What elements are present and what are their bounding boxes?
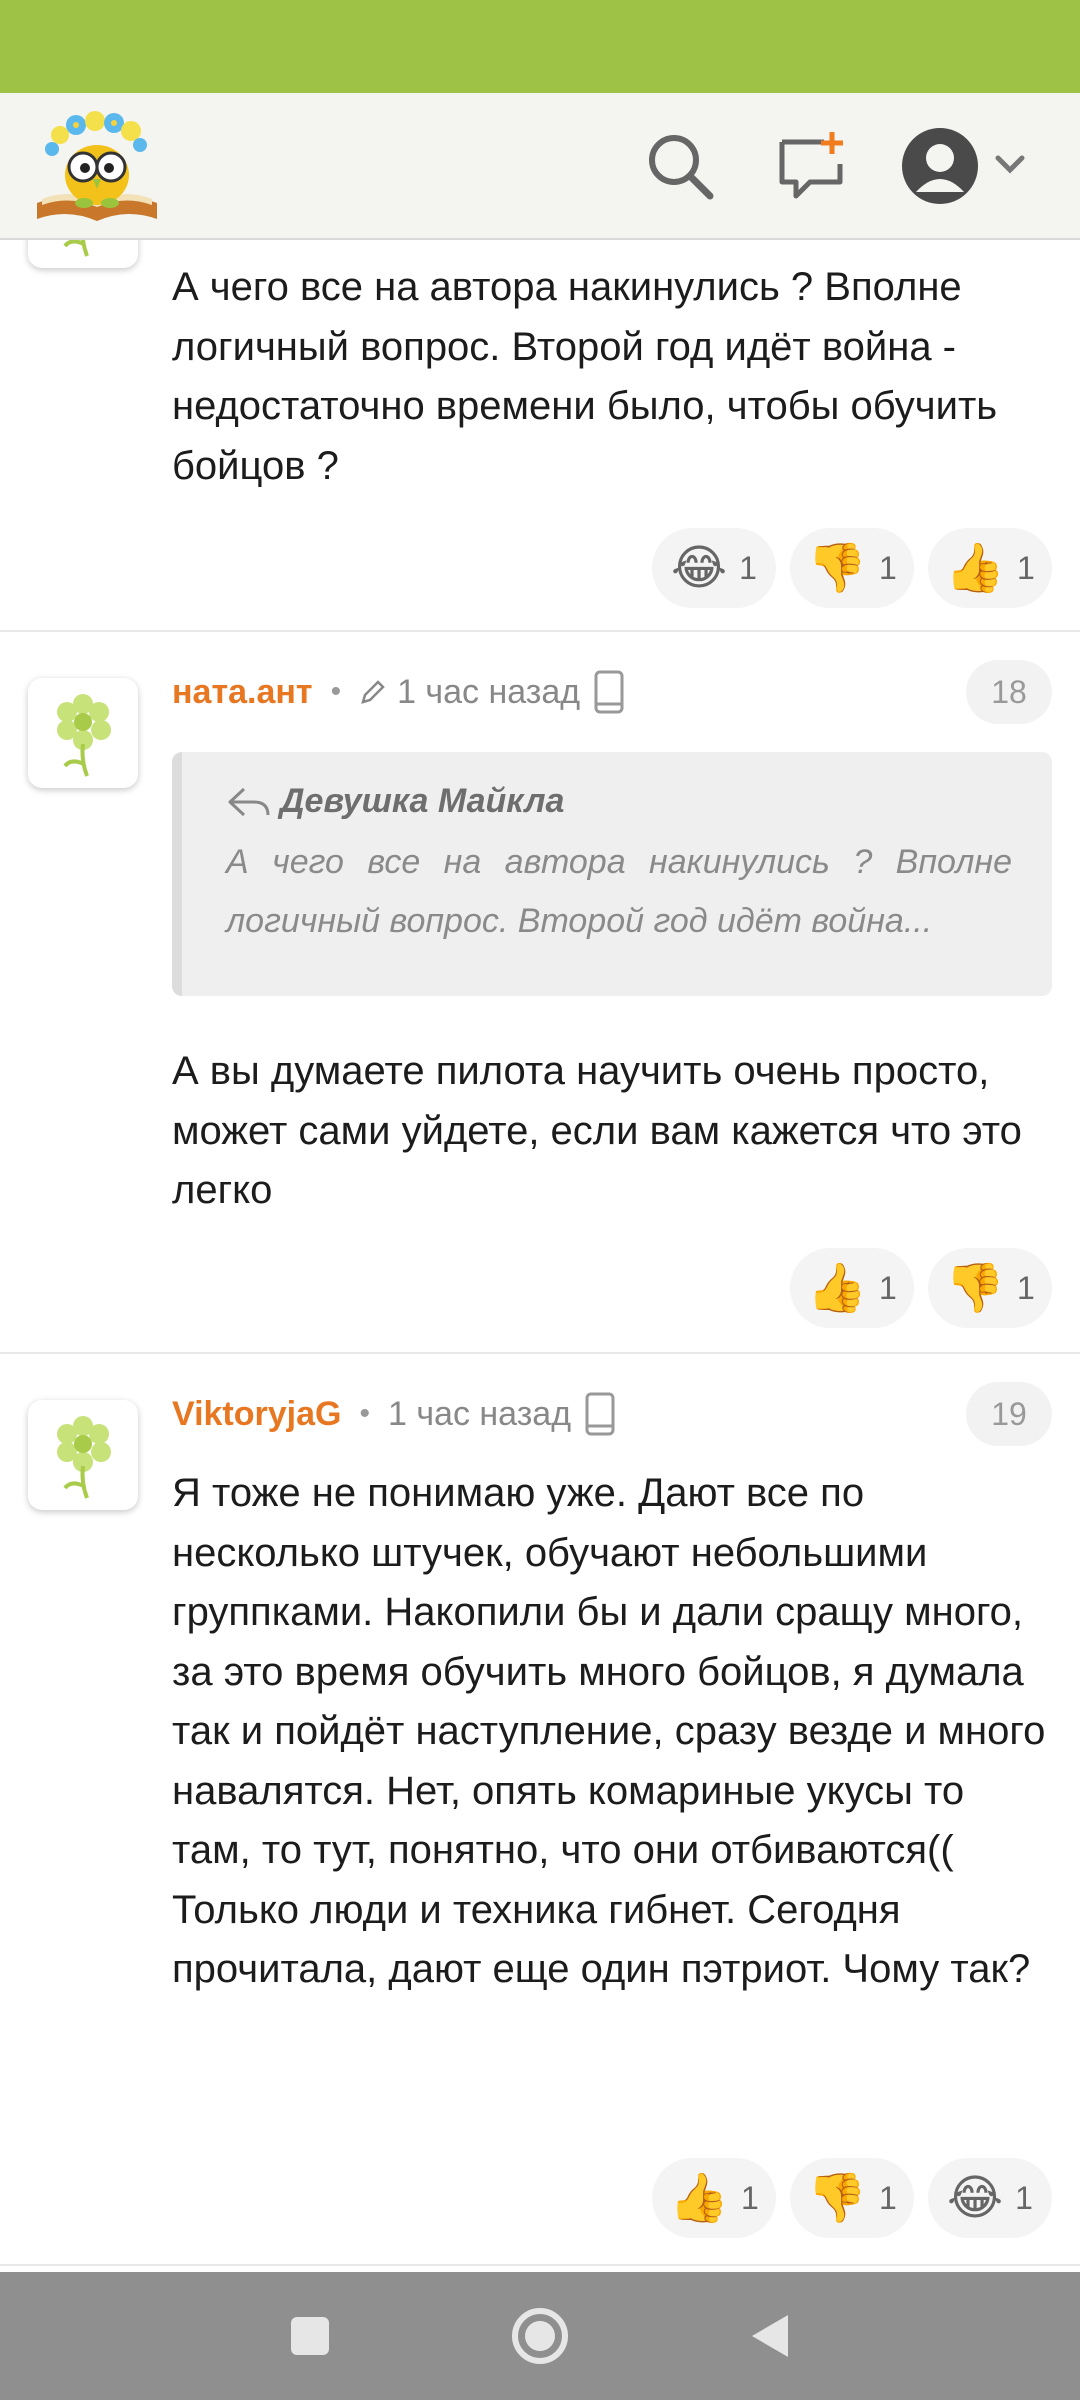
- comment-text: Я тоже не понимаю уже. Дают все по неско…: [172, 1471, 1046, 1991]
- system-nav-bar: [0, 2272, 1080, 2400]
- comment-meta: ната.ант • 1 час назад: [172, 662, 624, 722]
- avatar[interactable]: [28, 1400, 138, 1510]
- divider: [0, 1352, 1080, 1354]
- reaction-count: 1: [878, 2179, 897, 2216]
- header: [0, 93, 1080, 240]
- back-triangle-icon[interactable]: [730, 2296, 810, 2376]
- laugh-emoji-icon: 😂: [947, 2170, 1004, 2226]
- reply-arrow-icon: [226, 785, 272, 819]
- comment-time: 1 час назад: [397, 672, 581, 711]
- comment-text: А вы думаете пилота научить очень просто…: [172, 1049, 1022, 1212]
- pencil-icon: [359, 678, 387, 706]
- comment-number-badge[interactable]: 19: [966, 1382, 1052, 1446]
- site-logo-icon[interactable]: [32, 107, 162, 227]
- phone-icon: [594, 670, 624, 714]
- comment-time: 1 час назад: [387, 1394, 572, 1433]
- divider: [0, 2264, 1080, 2266]
- thumbs-up-icon: 👍: [669, 2170, 729, 2226]
- reaction-like-button[interactable]: 👍 1: [928, 528, 1052, 608]
- divider: [0, 630, 1080, 632]
- reaction-count: 1: [739, 549, 757, 586]
- reaction-laugh-button[interactable]: 😂 1: [928, 2158, 1052, 2238]
- separator-dot: •: [330, 675, 342, 708]
- profile-menu-button[interactable]: [896, 126, 1036, 206]
- thumbs-up-icon: 👍: [945, 540, 1005, 596]
- quote-text: А чего все на автора накинулись ? Вполне…: [226, 843, 1012, 940]
- reaction-count: 1: [1016, 1269, 1035, 1306]
- reactions-bar: 😂 1 👎 1 👍 1: [652, 528, 1052, 608]
- reaction-count: 1: [878, 1269, 897, 1306]
- comment-text: А чего все на автора накинулись ? Вполне…: [172, 265, 998, 488]
- reactions-bar: 👍 1 👎 1: [790, 1248, 1052, 1328]
- quote-author: Девушка Майкла: [226, 782, 1012, 821]
- reaction-like-button[interactable]: 👍 1: [790, 1248, 914, 1328]
- reactions-bar: 👍 1 👎 1 😂 1: [652, 2158, 1052, 2238]
- reaction-dislike-button[interactable]: 👎 1: [928, 1248, 1052, 1328]
- reaction-count: 1: [1016, 549, 1035, 586]
- avatar[interactable]: [28, 240, 138, 268]
- reaction-laugh-button[interactable]: 😂 1: [652, 528, 776, 608]
- reaction-dislike-button[interactable]: 👎 1: [790, 2158, 914, 2238]
- reaction-count: 1: [740, 2179, 759, 2216]
- thumbs-down-icon: 👎: [807, 540, 867, 596]
- quote-author-name: Девушка Майкла: [280, 782, 565, 820]
- thumbs-up-icon: 👍: [807, 1260, 867, 1316]
- reaction-count: 1: [878, 549, 897, 586]
- reaction-count: 1: [1015, 2179, 1033, 2216]
- avatar[interactable]: [28, 678, 138, 788]
- status-bar: [0, 0, 1080, 93]
- search-icon[interactable]: [640, 126, 720, 206]
- comment-meta: ViktoryjaG • 1 час назад: [172, 1384, 615, 1444]
- comment-author[interactable]: ViktoryjaG: [172, 1395, 341, 1434]
- laugh-emoji-icon: 😂: [671, 540, 728, 596]
- reaction-like-button[interactable]: 👍 1: [652, 2158, 776, 2238]
- quote-block[interactable]: Девушка Майкла А чего все на автора наки…: [172, 752, 1052, 996]
- recents-square-icon[interactable]: [270, 2296, 350, 2376]
- home-circle-icon[interactable]: [500, 2296, 580, 2376]
- phone-icon: [585, 1392, 615, 1436]
- comment-number-badge[interactable]: 18: [966, 660, 1052, 724]
- add-comment-icon[interactable]: [772, 126, 852, 206]
- comment-author[interactable]: ната.ант: [172, 673, 313, 712]
- reaction-dislike-button[interactable]: 👎 1: [790, 528, 914, 608]
- thumbs-down-icon: 👎: [807, 2170, 867, 2226]
- comments-list: А чего все на автора накинулись ? Вполне…: [0, 240, 1080, 2270]
- separator-dot: •: [359, 1397, 370, 1430]
- thumbs-down-icon: 👎: [945, 1260, 1005, 1316]
